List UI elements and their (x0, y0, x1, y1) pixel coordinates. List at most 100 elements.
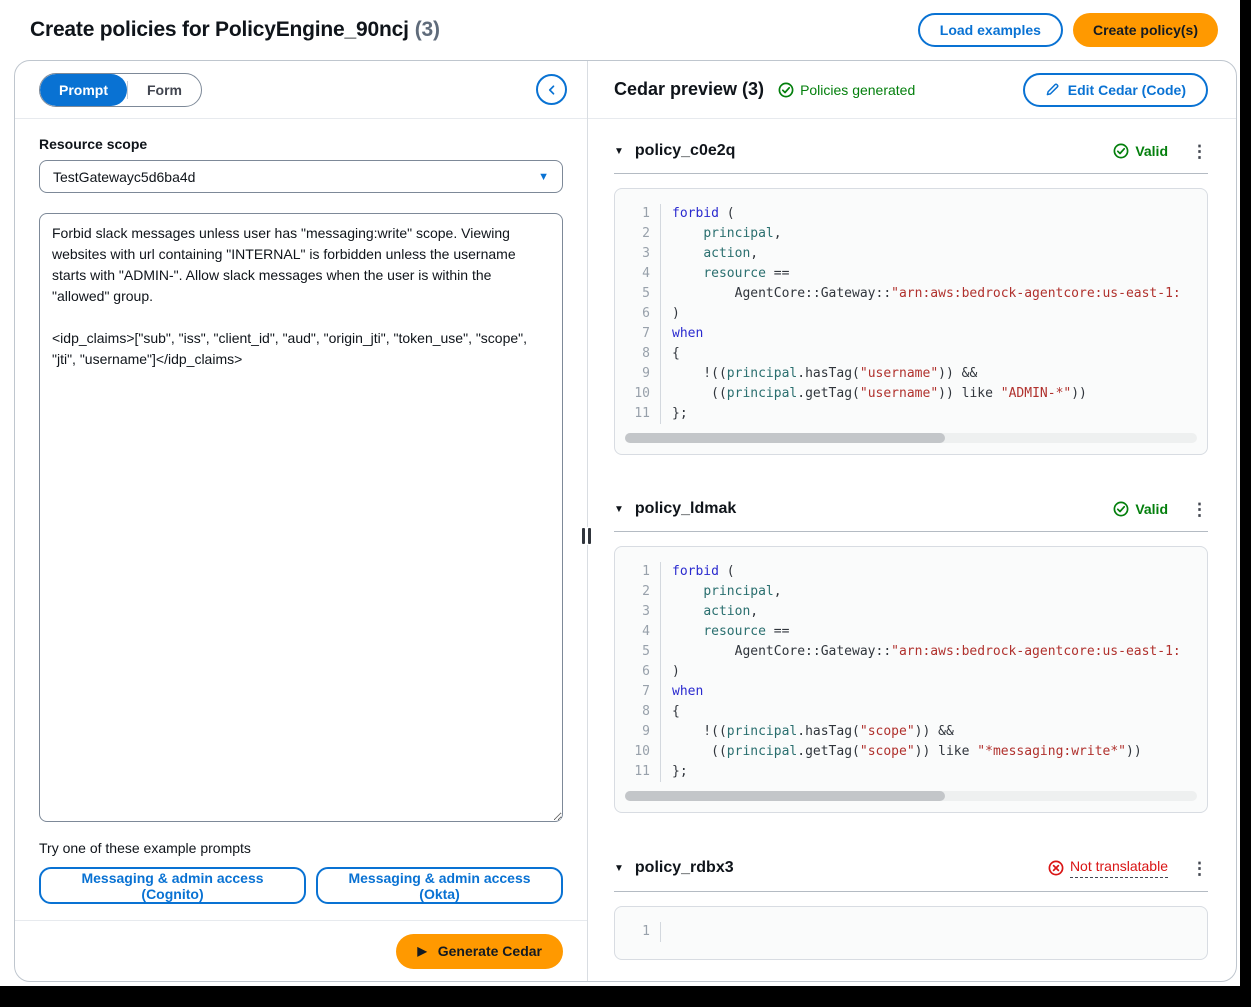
code-line: 4 resource == (615, 264, 1207, 284)
line-number: 4 (615, 622, 660, 642)
policy-header: ▼ policy_ldmak Valid ⋮ (614, 500, 1208, 532)
code-line: 11}; (615, 762, 1207, 782)
line-number: 9 (615, 722, 660, 742)
policy-section: ▼ policy_c0e2q Valid ⋮ 1forbid (2 principal,… (614, 142, 1208, 455)
code-line: 5 AgentCore::Gateway::"arn:aws:bedrock-a… (615, 284, 1207, 304)
horizontal-scrollbar (625, 433, 1197, 443)
check-circle-icon (1113, 501, 1129, 517)
collapse-panel-button[interactable] (536, 74, 567, 105)
cedar-code-editor[interactable]: 1forbid (2 principal,3 action,4 resource… (614, 188, 1208, 455)
policy-status-label: Valid (1135, 501, 1168, 517)
line-number: 1 (615, 562, 660, 582)
example-cognito-button[interactable]: Messaging & admin access (Cognito) (39, 867, 306, 904)
policy-name: policy_c0e2q (635, 142, 736, 160)
policy-header: ▼ policy_rdbx3 Not translatable ⋮ (614, 858, 1208, 892)
generate-row: ▶ Generate Cedar (15, 920, 587, 981)
resource-scope-select[interactable]: TestGatewayc5d6ba4d ▼ (39, 160, 563, 193)
collapse-caret-icon[interactable]: ▼ (614, 504, 624, 515)
edit-cedar-label: Edit Cedar (Code) (1068, 82, 1186, 98)
prompt-input[interactable]: Forbid slack messages unless user has "m… (39, 213, 563, 822)
line-number: 8 (615, 344, 660, 364)
load-examples-button[interactable]: Load examples (918, 13, 1063, 47)
header-actions: Load examples Create policy(s) (918, 13, 1218, 47)
pencil-icon (1045, 82, 1060, 97)
code-line: 2 principal, (615, 582, 1207, 602)
line-number: 9 (615, 364, 660, 384)
policy-section: ▼ policy_rdbx3 Not translatable ⋮ 1 (614, 858, 1208, 960)
line-number: 2 (615, 224, 660, 244)
code-line: 2 principal, (615, 224, 1207, 244)
code-line: 10 ((principal.getTag("scope")) like "*m… (615, 742, 1207, 762)
page-title-text: Create policies for PolicyEngine_90ncj (30, 18, 409, 41)
policy-status-badge[interactable]: Not translatable (1048, 858, 1168, 878)
cedar-preview-toolbar: Cedar preview (3) Policies generated Edi… (588, 61, 1236, 119)
code-line: 1 (615, 922, 1207, 942)
page-title: Create policies for PolicyEngine_90ncj (3… (30, 18, 440, 42)
policy-status-label: Valid (1135, 143, 1168, 159)
scrollbar-thumb[interactable] (625, 791, 945, 801)
code-line: 7when (615, 682, 1207, 702)
generate-cedar-button[interactable]: ▶ Generate Cedar (396, 934, 563, 969)
app-screen: Create policies for PolicyEngine_90ncj (3… (0, 0, 1240, 986)
collapse-caret-icon[interactable]: ▼ (614, 863, 624, 874)
line-number: 5 (615, 284, 660, 304)
check-circle-icon (1113, 143, 1129, 159)
collapse-caret-icon[interactable]: ▼ (614, 146, 624, 157)
cedar-code-editor[interactable]: 1forbid (2 principal,3 action,4 resource… (614, 546, 1208, 813)
policy-list: ▼policy_c0e2qValid⋮1forbid (2 principal,… (588, 119, 1236, 981)
line-number: 4 (615, 264, 660, 284)
code-line: 9 !((principal.hasTag("username")) && (615, 364, 1207, 384)
line-number: 11 (615, 404, 660, 424)
resource-scope-label: Resource scope (39, 136, 563, 152)
code-line: 6) (615, 304, 1207, 324)
policy-name: policy_rdbx3 (635, 859, 734, 877)
line-number: 5 (615, 642, 660, 662)
edit-cedar-button[interactable]: Edit Cedar (Code) (1023, 73, 1208, 107)
line-number: 2 (615, 582, 660, 602)
policy-header: ▼ policy_c0e2q Valid ⋮ (614, 142, 1208, 174)
line-number: 11 (615, 762, 660, 782)
code-line: 3 action, (615, 602, 1207, 622)
code-line: 8{ (615, 344, 1207, 364)
line-number: 1 (615, 922, 660, 942)
page-title-count: (3) (415, 18, 440, 41)
prompt-panel: Prompt Form Resource scope TestGatewayc5… (15, 61, 588, 981)
page-header: Create policies for PolicyEngine_90ncj (3… (0, 0, 1240, 60)
create-policy-button[interactable]: Create policy(s) (1073, 13, 1218, 47)
cedar-preview-title: Cedar preview (3) (614, 79, 764, 100)
line-number: 3 (615, 602, 660, 622)
line-number: 10 (615, 742, 660, 762)
policy-name: policy_ldmak (635, 500, 736, 518)
chevron-left-icon (546, 84, 558, 96)
example-buttons: Messaging & admin access (Cognito) Messa… (39, 867, 563, 904)
line-number: 7 (615, 682, 660, 702)
caret-down-icon: ▼ (538, 171, 549, 183)
cedar-preview-panel: Cedar preview (3) Policies generated Edi… (588, 61, 1236, 981)
create-policies-card: Prompt Form Resource scope TestGatewayc5… (14, 60, 1237, 982)
generate-cedar-label: Generate Cedar (438, 943, 542, 959)
code-line: 8{ (615, 702, 1207, 722)
code-line: 5 AgentCore::Gateway::"arn:aws:bedrock-a… (615, 642, 1207, 662)
policy-status-badge: Valid (1113, 143, 1168, 159)
kebab-menu-icon[interactable]: ⋮ (1191, 143, 1208, 160)
tab-form[interactable]: Form (128, 74, 201, 106)
policies-generated-status: Policies generated (778, 82, 915, 98)
code-line: 1forbid ( (615, 204, 1207, 224)
policy-status-label: Not translatable (1070, 858, 1168, 878)
mode-toggle: Prompt Form (39, 73, 202, 107)
check-circle-icon (778, 82, 794, 98)
scrollbar-thumb[interactable] (625, 433, 945, 443)
x-circle-icon (1048, 860, 1064, 876)
code-line: 4 resource == (615, 622, 1207, 642)
kebab-menu-icon[interactable]: ⋮ (1191, 860, 1208, 877)
prompt-panel-body: Resource scope TestGatewayc5d6ba4d ▼ For… (15, 119, 587, 920)
line-number: 1 (615, 204, 660, 224)
code-line: 3 action, (615, 244, 1207, 264)
code-line: 6) (615, 662, 1207, 682)
kebab-menu-icon[interactable]: ⋮ (1191, 501, 1208, 518)
cedar-code-editor[interactable]: 1 (614, 906, 1208, 960)
tab-prompt[interactable]: Prompt (40, 74, 127, 106)
line-number: 6 (615, 304, 660, 324)
panel-resize-handle-icon[interactable] (580, 527, 593, 545)
example-okta-button[interactable]: Messaging & admin access (Okta) (316, 867, 563, 904)
